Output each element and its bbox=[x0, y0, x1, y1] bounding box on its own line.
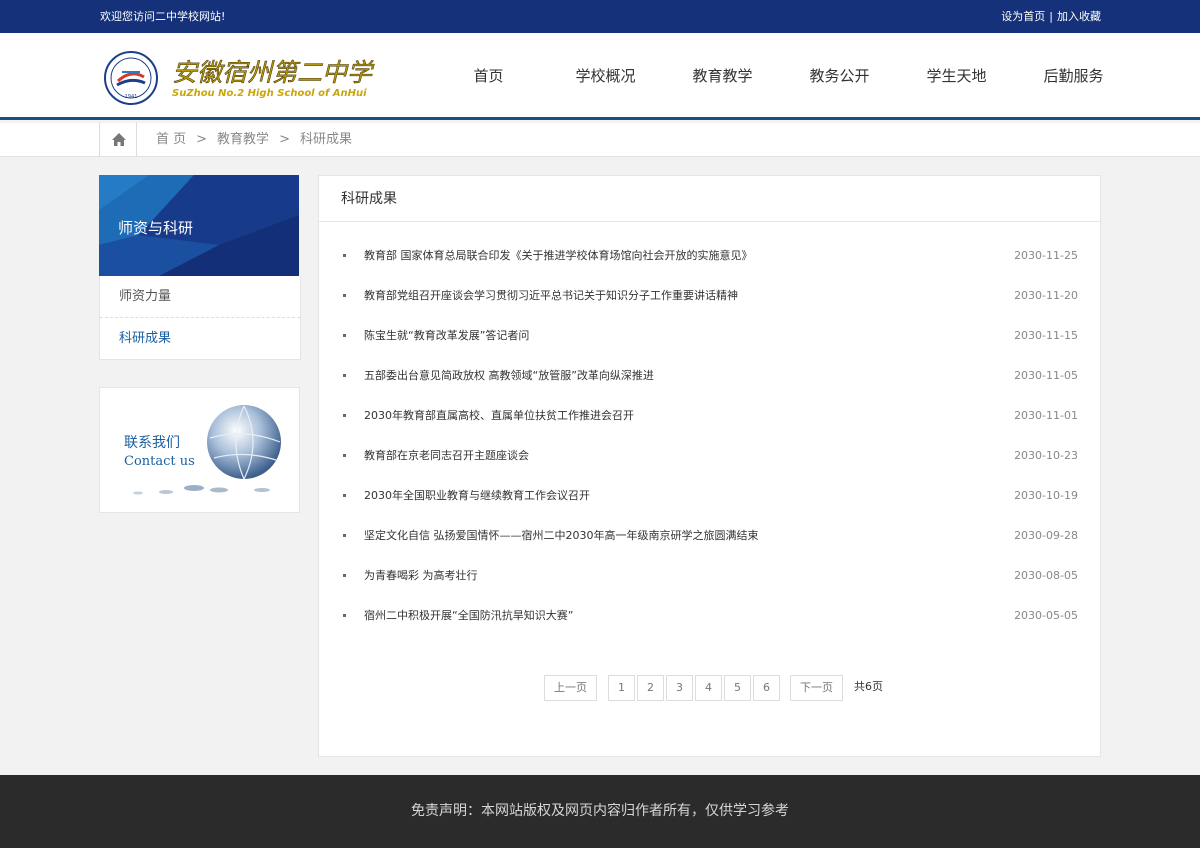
bullet-dot bbox=[343, 374, 346, 377]
page-button-2[interactable]: 2 bbox=[637, 675, 664, 701]
bullet-dot bbox=[343, 454, 346, 457]
breadcrumb-home-button[interactable] bbox=[99, 123, 137, 157]
news-date: 2030-05-05 bbox=[1014, 609, 1078, 622]
news-title-link[interactable]: 教育部 国家体育总局联合印发《关于推进学校体育场馆向社会开放的实施意见》 bbox=[364, 236, 753, 276]
nav-item-affairs[interactable]: 教务公开 bbox=[781, 33, 898, 120]
news-date: 2030-11-01 bbox=[1014, 409, 1078, 422]
school-emblem-icon: 1941 安徽宿州第二中学 SuZhou No.2 High School of… bbox=[104, 51, 375, 105]
main-content: 科研成果 教育部 国家体育总局联合印发《关于推进学校体育场馆向社会开放的实施意见… bbox=[318, 175, 1101, 757]
breadcrumb: 首 页 > 教育教学 > 科研成果 bbox=[156, 123, 352, 157]
next-page-button[interactable]: 下一页 bbox=[790, 675, 843, 701]
bullet-dot bbox=[343, 494, 346, 497]
svg-text:1941: 1941 bbox=[125, 94, 138, 100]
news-list-item: 宿州二中积极开展“全国防汛抗旱知识大赛” 2030-05-05 bbox=[343, 596, 1078, 636]
news-date: 2030-09-28 bbox=[1014, 529, 1078, 542]
news-date: 2030-11-05 bbox=[1014, 369, 1078, 382]
home-icon bbox=[112, 133, 126, 146]
top-links: 设为首页 | 加入收藏 bbox=[1001, 10, 1101, 24]
nav-item-school-overview[interactable]: 学校概况 bbox=[547, 33, 664, 120]
news-list-item: 坚定文化自信 弘扬爱国情怀——宿州二中2030年高一年级南京研学之旅圆满结束 20… bbox=[343, 516, 1078, 556]
breadcrumb-item-education[interactable]: 教育教学 bbox=[217, 132, 269, 147]
bullet-dot bbox=[343, 414, 346, 417]
news-list: 教育部 国家体育总局联合印发《关于推进学校体育场馆向社会开放的实施意见》 2030… bbox=[343, 236, 1078, 636]
news-list-item: 教育部 国家体育总局联合印发《关于推进学校体育场馆向社会开放的实施意见》 2030… bbox=[343, 236, 1078, 276]
bullet-dot bbox=[343, 574, 346, 577]
site-header: 1941 安徽宿州第二中学 SuZhou No.2 High School of… bbox=[0, 33, 1200, 120]
news-date: 2030-10-23 bbox=[1014, 449, 1078, 462]
site-footer: 免责声明：本网站版权及网页内容归作者所有，仅供学习参考 bbox=[0, 775, 1200, 848]
news-title-link[interactable]: 教育部党组召开座谈会学习贯彻习近平总书记关于知识分子工作重要讲话精神 bbox=[364, 276, 738, 316]
news-title-link[interactable]: 2030年全国职业教育与继续教育工作会议召开 bbox=[364, 476, 590, 516]
page-button-4[interactable]: 4 bbox=[695, 675, 722, 701]
sidebar-header: 师资与科研 bbox=[99, 175, 299, 276]
news-title-link[interactable]: 为青春喝彩 为高考壮行 bbox=[364, 556, 478, 596]
top-bar: 欢迎您访问二中学校网站! 设为首页 | 加入收藏 bbox=[0, 0, 1200, 33]
breadcrumb-item-home[interactable]: 首 页 bbox=[156, 132, 186, 147]
news-title-link[interactable]: 五部委出台意见简政放权 高教领域“放管服”改革向纵深推进 bbox=[364, 356, 654, 396]
contact-us-label-en: Contact us bbox=[124, 454, 195, 469]
footer-disclaimer: 免责声明：本网站版权及网页内容归作者所有，仅供学习参考 bbox=[411, 803, 789, 819]
news-date: 2030-11-25 bbox=[1014, 249, 1078, 262]
page-button-5[interactable]: 5 bbox=[724, 675, 751, 701]
breadcrumb-separator: > bbox=[196, 132, 208, 147]
contact-us-label: 联系我们 bbox=[124, 435, 180, 451]
breadcrumb-bar: 首 页 > 教育教学 > 科研成果 bbox=[0, 123, 1200, 157]
bullet-dot bbox=[343, 614, 346, 617]
logo-chinese-text: 安徽宿州第二中学 bbox=[172, 58, 375, 87]
news-title-link[interactable]: 陈宝生就“教育改革发展”答记者问 bbox=[364, 316, 529, 356]
bullet-dot bbox=[343, 334, 346, 337]
sidebar-menu: 师资力量 科研成果 bbox=[99, 276, 301, 360]
main-nav: 首页 学校概况 教育教学 教务公开 学生天地 后勤服务 bbox=[430, 33, 1132, 120]
bullet-dot bbox=[343, 534, 346, 537]
page-button-6[interactable]: 6 bbox=[753, 675, 780, 701]
contact-us-banner[interactable]: 联系我们 Contact us bbox=[99, 387, 300, 513]
logo-english-text: SuZhou No.2 High School of AnHui bbox=[172, 88, 367, 99]
prev-page-button[interactable]: 上一页 bbox=[544, 675, 597, 701]
set-home-link[interactable]: 设为首页 bbox=[1001, 10, 1045, 23]
top-links-separator: | bbox=[1049, 10, 1053, 23]
news-list-item: 为青春喝彩 为高考壮行 2030-08-05 bbox=[343, 556, 1078, 596]
news-title-link[interactable]: 坚定文化自信 弘扬爱国情怀——宿州二中2030年高一年级南京研学之旅圆满结束 bbox=[364, 516, 759, 556]
news-title-link[interactable]: 2030年教育部直属高校、直属单位扶贫工作推进会召开 bbox=[364, 396, 634, 436]
bullet-dot bbox=[343, 294, 346, 297]
nav-item-logistics[interactable]: 后勤服务 bbox=[1015, 33, 1132, 120]
news-date: 2030-11-15 bbox=[1014, 329, 1078, 342]
page-title: 科研成果 bbox=[319, 176, 1100, 222]
page-total: 共6页 bbox=[854, 680, 883, 693]
news-title-link[interactable]: 宿州二中积极开展“全国防汛抗旱知识大赛” bbox=[364, 596, 573, 636]
news-list-item: 2030年全国职业教育与继续教育工作会议召开 2030-10-19 bbox=[343, 476, 1078, 516]
sidebar-item-research[interactable]: 科研成果 bbox=[100, 317, 300, 358]
news-list-item: 教育部党组召开座谈会学习贯彻习近平总书记关于知识分子工作重要讲话精神 2030-1… bbox=[343, 276, 1078, 316]
breadcrumb-item-research[interactable]: 科研成果 bbox=[300, 132, 352, 147]
sidebar-item-faculty[interactable]: 师资力量 bbox=[100, 276, 300, 317]
nav-item-education[interactable]: 教育教学 bbox=[664, 33, 781, 120]
add-favorite-link[interactable]: 加入收藏 bbox=[1057, 10, 1101, 23]
news-list-item: 陈宝生就“教育改革发展”答记者问 2030-11-15 bbox=[343, 316, 1078, 356]
welcome-text: 欢迎您访问二中学校网站! bbox=[100, 10, 226, 23]
news-title-link[interactable]: 教育部在京老同志召开主题座谈会 bbox=[364, 436, 529, 476]
nav-item-home[interactable]: 首页 bbox=[430, 33, 547, 120]
news-list-item: 2030年教育部直属高校、直属单位扶贫工作推进会召开 2030-11-01 bbox=[343, 396, 1078, 436]
page-button-3[interactable]: 3 bbox=[666, 675, 693, 701]
bullet-dot bbox=[343, 254, 346, 257]
nav-item-students[interactable]: 学生天地 bbox=[898, 33, 1015, 120]
sidebar-title: 师资与科研 bbox=[118, 219, 194, 237]
news-date: 2030-11-20 bbox=[1014, 289, 1078, 302]
news-list-item: 教育部在京老同志召开主题座谈会 2030-10-23 bbox=[343, 436, 1078, 476]
page-button-1[interactable]: 1 bbox=[608, 675, 635, 701]
breadcrumb-separator: > bbox=[279, 132, 290, 147]
news-date: 2030-10-19 bbox=[1014, 489, 1078, 502]
news-date: 2030-08-05 bbox=[1014, 569, 1078, 582]
site-logo[interactable]: 1941 安徽宿州第二中学 SuZhou No.2 High School of… bbox=[104, 51, 424, 105]
news-list-item: 五部委出台意见简政放权 高教领域“放管服”改革向纵深推进 2030-11-05 bbox=[343, 356, 1078, 396]
